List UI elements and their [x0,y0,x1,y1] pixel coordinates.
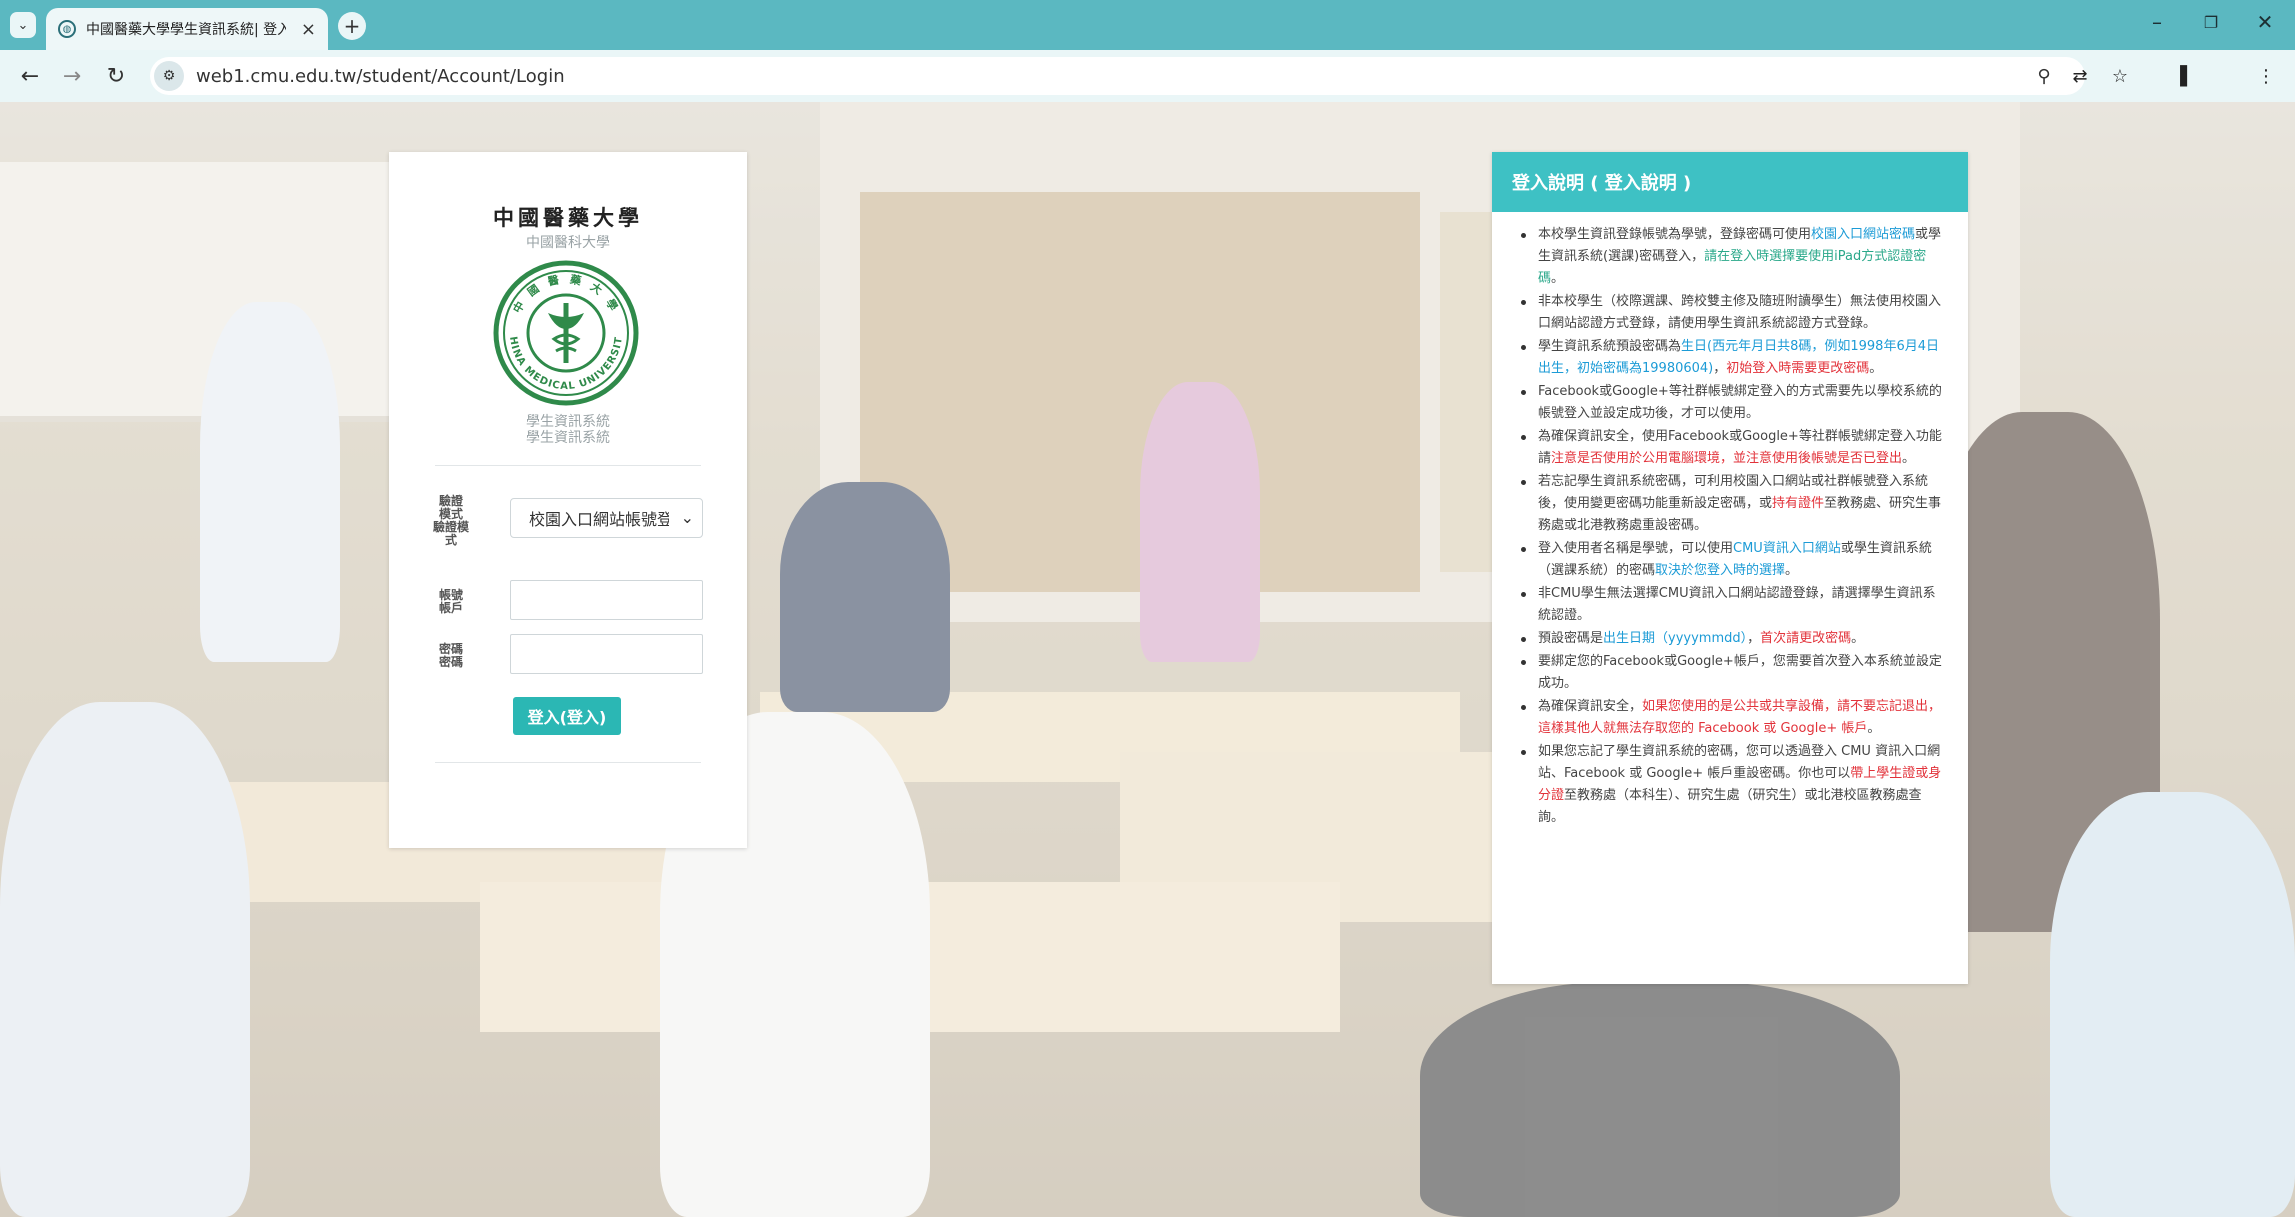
instruction-item: 如果您忘記了學生資訊系統的密碼，您可以透過登入 CMU 資訊入口網站、Faceb… [1521,741,1944,829]
login-page: 中國醫藥大學 中國醫科大學 中 國 醫 藥 大 學 CHINA MEDICAL … [0,102,2295,1217]
minimize-button[interactable]: – [2142,10,2172,34]
instruction-item: 預設密碼是出生日期（yyyymmdd），首次請更改密碼。 [1521,628,1944,650]
instruction-text: 注意是否使用於公用電腦環境，並注意使用後帳號是否已登出 [1551,451,1903,466]
instruction-text: 本校學生資訊登錄帳號為學號，登錄密碼可使用 [1538,227,1812,242]
translate-icon[interactable]: ⇄ [2066,62,2094,90]
auth-mode-label: 驗證 模式 驗證模 式 [429,495,473,547]
instruction-text: 持有證件 [1772,496,1825,511]
account-input[interactable] [510,580,703,620]
chevron-down-icon: ⌄ [17,17,29,33]
instruction-item: 非本校學生（校際選課、跨校雙主修及隨班附讀學生）無法使用校園入口網站認證方式登錄… [1521,291,1944,335]
close-icon: ✕ [2256,10,2274,34]
instruction-text: ， [1713,361,1727,376]
instruction-text: 出生日期（yyyymmdd） [1603,631,1748,646]
login-button[interactable]: 登入(登入) [513,697,621,735]
instructions-title: 登入說明 ( 登入說明 ) [1492,152,1968,212]
star-icon[interactable]: ☆ [2106,62,2134,90]
reload-button[interactable]: ↻ [100,60,132,92]
globe-icon: ◍ [58,20,76,38]
minimize-icon: – [2152,10,2162,34]
instruction-item: 要綁定您的Facebook或Google+帳戶，您需要首次登入本系統並設定成功。 [1521,651,1944,695]
search-icon[interactable]: ⚲ [2030,62,2058,90]
instruction-text: 校園入口網站密碼 [1811,227,1916,242]
system-name-translation: 學生資訊系統 [526,430,610,446]
back-button[interactable]: ← [14,60,46,92]
login-card: 中國醫藥大學 中國醫科大學 中 國 醫 藥 大 學 CHINA MEDICAL … [389,152,747,848]
instruction-text: 。 [1551,271,1565,286]
instruction-text: 非本校學生（校際選課、跨校雙主修及隨班附讀學生）無法使用校園入口網站認證方式登錄… [1538,294,1942,331]
login-instructions-panel: 登入說明 ( 登入說明 ) 本校學生資訊登錄帳號為學號，登錄密碼可使用校園入口網… [1492,152,1968,984]
plus-icon: + [343,14,361,38]
instruction-item: 非CMU學生無法選擇CMU資訊入口網站認證登錄，請選擇學生資訊系統認證。 [1521,583,1944,627]
instruction-text: 。 [1851,631,1865,646]
close-window-button[interactable]: ✕ [2250,10,2280,34]
password-label: 密碼 密碼 [429,643,473,669]
account-label-line: 帳戶 [438,601,463,615]
instruction-item: 為確保資訊安全，使用Facebook或Google+等社群帳號綁定登入功能請注意… [1521,426,1944,470]
instruction-item: 為確保資訊安全，如果您使用的是公共或共享設備，請不要忘記退出，這樣其他人就無法存… [1521,696,1944,740]
browser-tab-bar: ⌄ ◍ 中國醫藥大學學生資訊系統| 登入 × + – ❐ ✕ [0,0,2295,50]
browser-toolbar: ← → ↻ ⚙ web1.cmu.edu.tw/student/Account/… [0,50,2295,102]
university-seal-logo: 中 國 醫 藥 大 學 CHINA MEDICAL UNIVERSITY [492,259,639,406]
close-icon[interactable]: × [301,19,316,40]
chevron-down-icon: ⌄ [680,508,694,527]
instruction-text: 取決於您登入時的選擇 [1655,563,1786,578]
instruction-text: 。 [1785,563,1799,578]
browser-tab-active[interactable]: ◍ 中國醫藥大學學生資訊系統| 登入 × [46,8,328,50]
auth-mode-selected-value: 校園入口網站帳號登入 [529,510,669,529]
instruction-text: 初始登入時需要更改密碼 [1726,361,1870,376]
instructions-list: 本校學生資訊登錄帳號為學號，登錄密碼可使用校園入口網站密碼或學生資訊系統(選課)… [1492,212,1968,829]
arrow-left-icon: ← [20,63,40,89]
arrow-right-icon: → [62,63,82,89]
divider [435,465,701,466]
divider [435,762,701,763]
instruction-item: 本校學生資訊登錄帳號為學號，登錄密碼可使用校園入口網站密碼或學生資訊系統(選課)… [1521,224,1944,290]
instruction-text: 預設密碼是 [1538,631,1604,646]
auth-mode-label-line: 式 [444,533,457,547]
instruction-item: 登入使用者名稱是學號，可以使用CMU資訊入口網站或學生資訊系統（選課系統）的密碼… [1521,538,1944,582]
university-subtitle: 中國醫科大學 [526,235,610,251]
instruction-text: 。 [1867,721,1881,736]
instruction-text: 首次請更改密碼 [1760,631,1852,646]
tab-title: 中國醫藥大學學生資訊系統| 登入 [86,22,286,38]
instruction-text: 登入使用者名稱是學號，可以使用 [1538,541,1734,556]
new-tab-button[interactable]: + [338,12,366,40]
reload-icon: ↻ [106,63,126,89]
university-name: 中國醫藥大學 [493,205,643,230]
restore-button[interactable]: ❐ [2196,13,2226,32]
tune-icon: ⚙ [162,68,176,84]
instruction-text: 為確保資訊安全， [1538,699,1643,714]
auth-mode-select[interactable]: 校園入口網站帳號登入 ⌄ [510,498,703,538]
instruction-item: Facebook或Google+等社群帳號綁定登入的方式需要先以學校系統的帳號登… [1521,381,1944,425]
kebab-menu-icon[interactable]: ⋮ [2252,62,2280,90]
instruction-text: Facebook或Google+等社群帳號綁定登入的方式需要先以學校系統的帳號登… [1538,384,1942,421]
instruction-text: 至教務處（本科生）、研究生處（研究生）或北港校區教務處查詢。 [1538,788,1922,825]
instruction-item: 若忘記學生資訊系統密碼，可利用校園入口網站或社群帳號登入系統後，使用變更密碼功能… [1521,471,1944,537]
side-panel-icon[interactable]: ▐ [2166,62,2194,90]
site-info-button[interactable]: ⚙ [154,61,184,91]
system-name: 學生資訊系統 [526,414,610,430]
address-bar[interactable]: ⚙ web1.cmu.edu.tw/student/Account/Login … [150,57,2085,95]
instruction-item: 學生資訊系統預設密碼為生日(西元年月日共8碼，例如1998年6月4日出生，初始密… [1521,336,1944,380]
forward-button[interactable]: → [56,60,88,92]
url-text[interactable]: web1.cmu.edu.tw/student/Account/Login [196,66,565,87]
account-label: 帳號 帳戶 [429,589,473,615]
tab-search-button[interactable]: ⌄ [10,12,36,38]
instruction-text: 非CMU學生無法選擇CMU資訊入口網站認證登錄，請選擇學生資訊系統認證。 [1538,586,1936,623]
instruction-text: ， [1747,631,1761,646]
instruction-text: CMU資訊入口網站 [1733,541,1841,556]
restore-icon: ❐ [2203,13,2219,32]
password-label-line: 密碼 [438,655,463,669]
instruction-text: 。 [1902,451,1916,466]
password-input[interactable] [510,634,703,674]
instruction-text: 。 [1869,361,1883,376]
instruction-text: 要綁定您的Facebook或Google+帳戶，您需要首次登入本系統並設定成功。 [1538,654,1942,691]
instruction-text: 學生資訊系統預設密碼為 [1538,339,1682,354]
